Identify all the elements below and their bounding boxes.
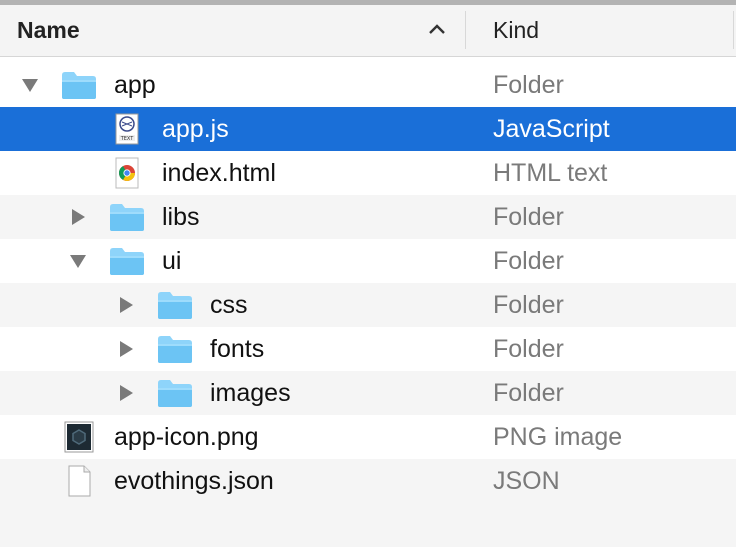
file-kind: Folder bbox=[493, 379, 564, 407]
folder-icon bbox=[156, 333, 194, 365]
file-name: evothings.json bbox=[114, 467, 274, 495]
list-item[interactable]: index.html HTML text bbox=[0, 151, 736, 195]
list-item[interactable]: ui Folder bbox=[0, 239, 736, 283]
file-kind: Folder bbox=[493, 203, 564, 231]
file-kind: Folder bbox=[493, 71, 564, 99]
disclosure-expanded-icon[interactable] bbox=[68, 251, 88, 271]
file-name: fonts bbox=[210, 335, 265, 363]
text-file-icon: TEXT bbox=[108, 113, 146, 145]
file-name: ui bbox=[162, 247, 182, 275]
file-kind: Folder bbox=[493, 247, 564, 275]
list-item[interactable]: app-icon.png PNG image bbox=[0, 415, 736, 459]
list-item[interactable]: fonts Folder bbox=[0, 327, 736, 371]
document-icon bbox=[60, 465, 98, 497]
folder-icon bbox=[108, 201, 146, 233]
file-name: index.html bbox=[162, 159, 276, 187]
file-list: app Folder TEXT app.js JavaScript index.html H… bbox=[0, 63, 736, 503]
file-name: libs bbox=[162, 203, 200, 231]
list-item[interactable]: evothings.json JSON bbox=[0, 459, 736, 503]
png-image-icon bbox=[60, 421, 98, 453]
file-kind: HTML text bbox=[493, 159, 608, 187]
column-header-kind[interactable]: Kind bbox=[493, 17, 539, 44]
svg-text:TEXT: TEXT bbox=[120, 136, 135, 142]
file-kind: Folder bbox=[493, 335, 564, 363]
file-name: css bbox=[210, 291, 248, 319]
disclosure-expanded-icon[interactable] bbox=[20, 75, 40, 95]
file-name: app.js bbox=[162, 115, 229, 143]
folder-icon bbox=[156, 289, 194, 321]
file-name: images bbox=[210, 379, 291, 407]
column-header-bar: Name Kind bbox=[0, 5, 736, 57]
list-item[interactable]: app Folder bbox=[0, 63, 736, 107]
file-kind: JSON bbox=[493, 467, 560, 495]
list-item[interactable]: libs Folder bbox=[0, 195, 736, 239]
disclosure-collapsed-icon[interactable] bbox=[116, 383, 136, 403]
chevron-up-icon[interactable] bbox=[427, 21, 447, 37]
file-kind: PNG image bbox=[493, 423, 623, 451]
file-name: app bbox=[114, 71, 156, 99]
file-kind: JavaScript bbox=[493, 115, 610, 143]
disclosure-collapsed-icon[interactable] bbox=[116, 339, 136, 359]
column-divider[interactable] bbox=[465, 11, 466, 49]
column-divider[interactable] bbox=[733, 11, 734, 49]
disclosure-collapsed-icon[interactable] bbox=[68, 207, 88, 227]
list-item[interactable]: TEXT app.js JavaScript bbox=[0, 107, 736, 151]
file-kind: Folder bbox=[493, 291, 564, 319]
file-name: app-icon.png bbox=[114, 423, 259, 451]
column-header-name[interactable]: Name bbox=[17, 17, 80, 44]
folder-icon bbox=[60, 69, 98, 101]
folder-icon bbox=[108, 245, 146, 277]
list-item[interactable]: css Folder bbox=[0, 283, 736, 327]
empty-row bbox=[0, 503, 736, 547]
folder-icon bbox=[156, 377, 194, 409]
list-item[interactable]: images Folder bbox=[0, 371, 736, 415]
disclosure-collapsed-icon[interactable] bbox=[116, 295, 136, 315]
chrome-icon bbox=[108, 157, 146, 189]
